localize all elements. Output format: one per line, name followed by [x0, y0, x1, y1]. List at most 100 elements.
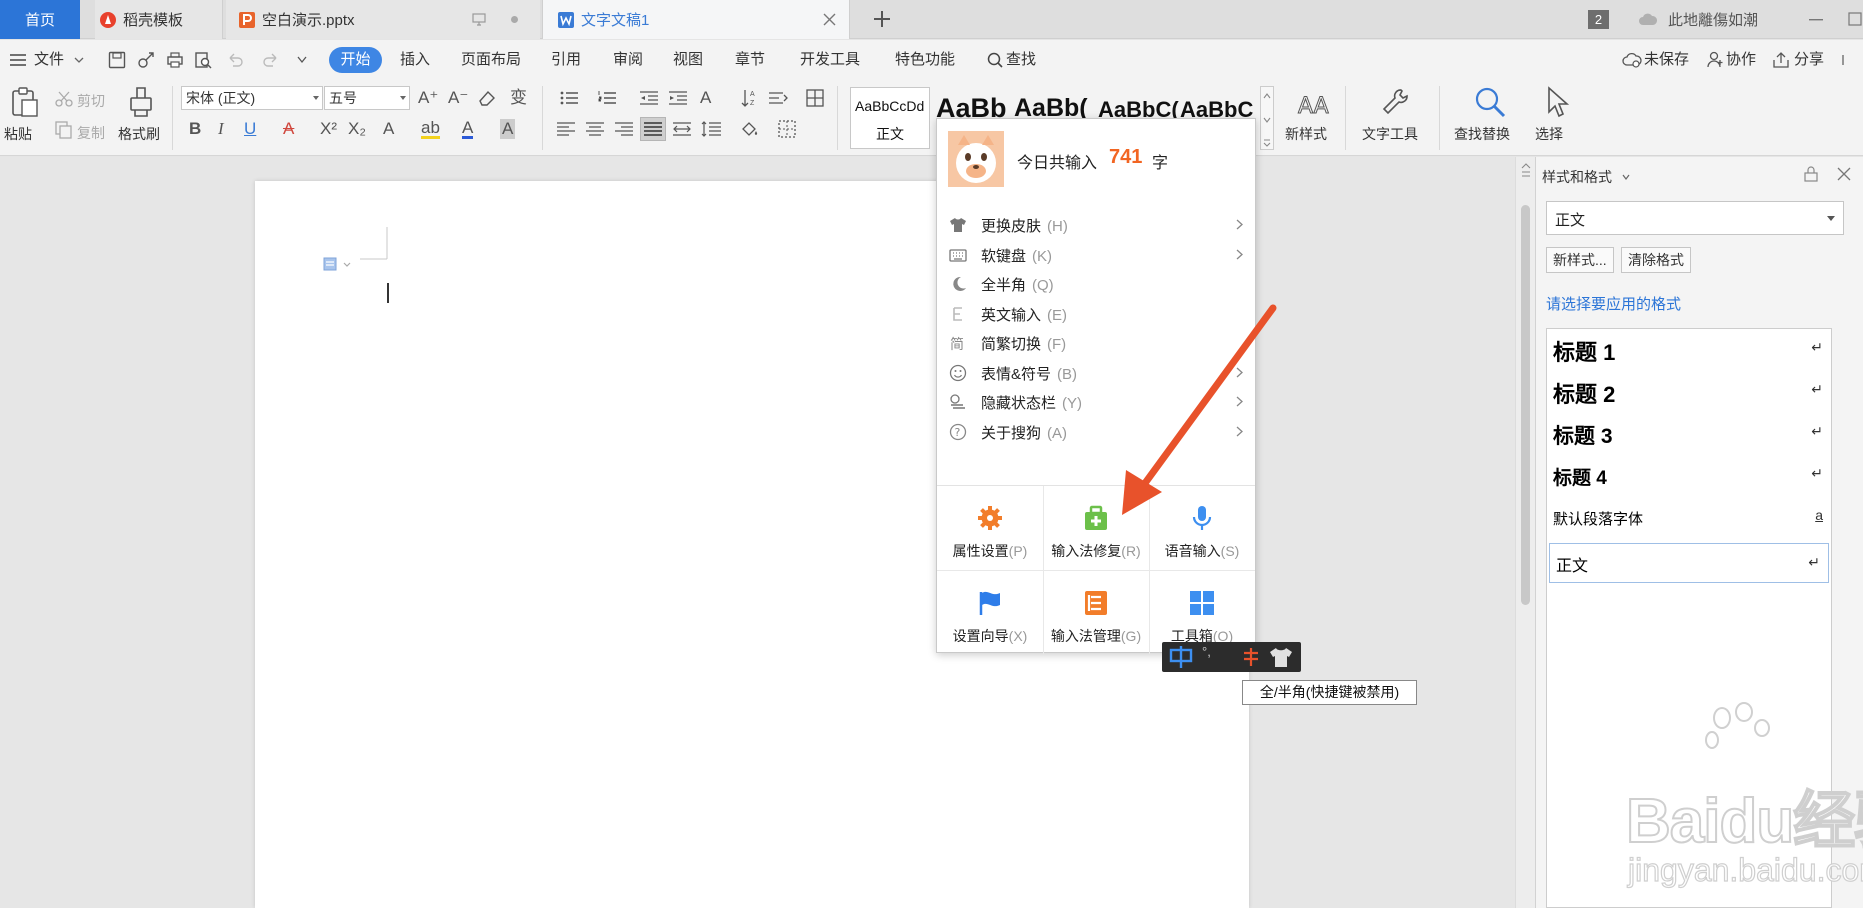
copy-icon[interactable] — [55, 121, 73, 139]
ime-grid-item[interactable]: 输入法管理(G) — [1043, 571, 1149, 655]
close-tab-icon[interactable] — [822, 12, 837, 27]
distributed-icon[interactable] — [673, 121, 691, 137]
superscript-icon[interactable]: X² — [320, 119, 337, 139]
paste-button[interactable]: 粘贴 — [4, 124, 32, 144]
style-item-heading3[interactable]: 标题 3 ↵ — [1547, 413, 1831, 455]
half-width-mode-icon[interactable] — [1240, 646, 1262, 668]
menu-developer[interactable]: 开发工具 — [800, 49, 860, 71]
find-replace-icon[interactable] — [1474, 86, 1506, 118]
style-normal-tile[interactable]: AaBbCcDd 正文 — [850, 87, 930, 149]
tab-word[interactable]: 文字文稿1 — [542, 0, 850, 39]
chevron-down-icon[interactable] — [74, 57, 84, 64]
font-color-icon[interactable]: A — [462, 119, 474, 139]
punctuation-mode-icon[interactable]: °, — [1202, 644, 1211, 659]
undo-icon[interactable] — [226, 51, 244, 69]
italic-icon[interactable]: I — [218, 119, 224, 139]
font-name-select[interactable]: 宋体 (正文) — [181, 86, 323, 110]
new-style-icon[interactable]: AA — [1296, 87, 1330, 118]
align-center-icon[interactable] — [586, 121, 604, 137]
text-effect-icon[interactable]: A — [383, 119, 394, 139]
tab-ppt[interactable]: 空白演示.pptx — [226, 0, 540, 39]
search-icon[interactable] — [987, 52, 1003, 68]
copy-button[interactable]: 复制 — [77, 123, 105, 143]
highlight-icon[interactable]: ab — [421, 119, 440, 139]
bold-icon[interactable]: B — [189, 119, 201, 139]
style-item-heading4[interactable]: 标题 4 ↵ — [1547, 455, 1831, 497]
style-item-normal[interactable]: 正文 ↵ — [1549, 543, 1829, 583]
panel-title[interactable]: 样式和格式 — [1542, 167, 1612, 187]
line-spacing-icon[interactable] — [701, 121, 721, 137]
print-icon[interactable] — [166, 51, 184, 69]
style-gallery-scroll-icon[interactable] — [1260, 86, 1274, 150]
menu-file[interactable]: 文件 — [34, 49, 64, 71]
redo-icon[interactable] — [262, 51, 280, 69]
table-insert-icon[interactable] — [806, 89, 824, 107]
minimize-icon[interactable] — [1809, 19, 1823, 21]
paragraph-layout-icon[interactable] — [322, 257, 356, 271]
numbered-list-icon[interactable] — [598, 90, 616, 106]
phonetic-icon[interactable]: 变 — [510, 88, 527, 108]
style-item-heading1[interactable]: 标题 1 ↵ — [1547, 329, 1831, 371]
lock-icon[interactable] — [1804, 166, 1818, 182]
new-style-button[interactable]: 新样式 — [1285, 124, 1327, 144]
chevron-down-icon[interactable] — [1622, 174, 1630, 180]
chinese-mode-icon[interactable] — [1168, 646, 1194, 668]
bullet-list-icon[interactable] — [560, 90, 578, 106]
shading-icon[interactable] — [740, 120, 760, 138]
text-tools-button[interactable]: 文字工具 — [1362, 124, 1418, 144]
print-preview-icon[interactable] — [194, 51, 212, 69]
window-count-badge[interactable]: 2 — [1588, 0, 1609, 39]
restore-icon[interactable] — [1848, 12, 1862, 26]
subscript-icon[interactable]: X₂ — [348, 119, 366, 139]
select-button[interactable]: 选择 — [1535, 124, 1563, 144]
text-tools-icon[interactable] — [1381, 87, 1411, 117]
share-button[interactable]: 分享 — [1794, 49, 1824, 71]
menu-review[interactable]: 审阅 — [613, 49, 643, 71]
align-right-icon[interactable] — [615, 121, 633, 137]
skin-shirt-icon[interactable] — [1268, 646, 1294, 668]
decrease-indent-icon[interactable] — [640, 90, 658, 106]
clear-format-button[interactable]: 清除格式 — [1621, 247, 1691, 273]
tab-home[interactable]: 首页 — [0, 0, 80, 39]
menu-page-layout[interactable]: 页面布局 — [461, 49, 521, 71]
format-painter-icon[interactable] — [126, 85, 156, 119]
close-icon[interactable] — [1837, 167, 1851, 181]
style-item-heading2[interactable]: 标题 2 ↵ — [1547, 371, 1831, 413]
save-icon[interactable] — [108, 51, 126, 69]
menu-view[interactable]: 视图 — [673, 49, 703, 71]
export-icon[interactable] — [137, 51, 155, 69]
ime-grid-item[interactable]: 属性设置(P) — [937, 486, 1043, 570]
change-case-icon[interactable]: A — [700, 88, 711, 108]
tab-docer[interactable]: 稻壳模板 — [95, 0, 223, 39]
menu-references[interactable]: 引用 — [551, 49, 581, 71]
scrollbar-thumb[interactable] — [1521, 205, 1530, 605]
grow-font-icon[interactable]: A⁺ — [418, 88, 438, 108]
find-replace-button[interactable]: 查找替换 — [1454, 124, 1510, 144]
more-icon[interactable] — [1841, 54, 1849, 66]
scroll-up-icon[interactable] — [1521, 163, 1531, 179]
menu-chapter[interactable]: 章节 — [735, 49, 765, 71]
strikethrough-icon[interactable]: A — [283, 119, 294, 139]
underline-icon[interactable]: U — [244, 119, 256, 139]
increase-indent-icon[interactable] — [669, 90, 687, 106]
ime-grid-item[interactable]: 设置向导(X) — [937, 571, 1043, 655]
shrink-font-icon[interactable]: A⁻ — [448, 88, 468, 108]
menu-special[interactable]: 特色功能 — [895, 49, 955, 71]
unsaved-status[interactable]: 未保存 — [1644, 49, 1689, 71]
cut-icon[interactable] — [55, 91, 73, 107]
quick-access-dropdown-icon[interactable] — [297, 56, 307, 64]
format-painter-button[interactable]: 格式刷 — [118, 124, 160, 144]
eraser-icon[interactable] — [477, 89, 497, 107]
border-icon[interactable] — [778, 120, 796, 138]
cut-button[interactable]: 剪切 — [77, 91, 105, 111]
current-style-select[interactable]: 正文 — [1546, 201, 1844, 235]
menu-start[interactable]: 开始 — [329, 47, 382, 73]
justify-icon[interactable] — [644, 121, 662, 137]
align-left-icon[interactable] — [557, 121, 575, 137]
new-style-panel-button[interactable]: 新样式... — [1546, 247, 1614, 273]
menu-insert[interactable]: 插入 — [400, 49, 430, 71]
user-name[interactable]: 此地離傷如潮 — [1668, 0, 1758, 39]
char-shading-icon[interactable]: A — [500, 119, 516, 139]
menu-search[interactable]: 查找 — [1006, 49, 1036, 71]
ime-status-bar[interactable]: °, — [1162, 642, 1301, 672]
